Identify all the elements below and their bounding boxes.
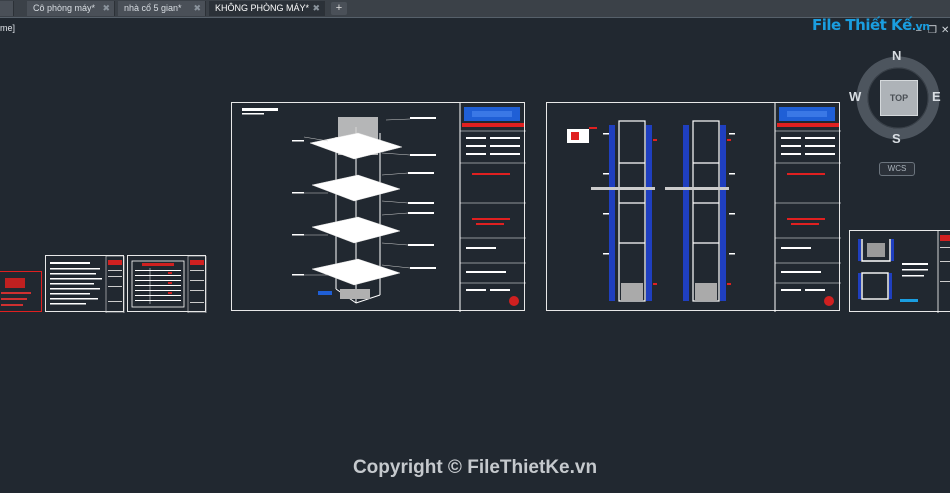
drawing-sheet-3d-shaft[interactable] xyxy=(231,102,526,312)
close-icon[interactable]: ✖ xyxy=(193,1,201,16)
new-tab-button[interactable]: + xyxy=(331,2,347,15)
compass-east[interactable]: E xyxy=(932,89,941,104)
tab-nha-co-5-gian[interactable]: nhà cổ 5 gian* ✖ xyxy=(118,1,206,16)
elevator-elevation-drawing xyxy=(567,103,841,312)
drawing-sheet-red[interactable] xyxy=(0,271,42,312)
tab-label: Cô phòng máy* xyxy=(33,3,96,13)
viewport-label[interactable]: me] xyxy=(0,23,15,33)
site-logo: File Thiết Kế.vn xyxy=(812,16,930,34)
sheet-content-icon xyxy=(50,255,125,314)
tab-previous[interactable] xyxy=(0,1,14,16)
close-icon[interactable]: ✖ xyxy=(102,1,110,16)
close-icon[interactable]: ✖ xyxy=(312,1,320,16)
tab-label: nhà cổ 5 gian* xyxy=(124,3,182,13)
sheet-content-icon xyxy=(858,231,950,313)
drawing-sheet-elevations[interactable] xyxy=(546,102,841,312)
drawing-sheet-plan[interactable] xyxy=(849,230,950,313)
drawing-sheet-notes-2[interactable] xyxy=(127,255,207,314)
tab-khong-phong-may[interactable]: KHÔNG PHÒNG MÁY* ✖ xyxy=(209,1,325,16)
tab-label: KHÔNG PHÒNG MÁY* xyxy=(215,3,310,13)
elevator-shaft-3d-drawing xyxy=(242,103,526,312)
compass-west[interactable]: W xyxy=(849,89,861,104)
file-tab-bar: Cô phòng máy* ✖ nhà cổ 5 gian* ✖ KHÔNG P… xyxy=(0,0,950,18)
close-icon[interactable]: ✕ xyxy=(941,25,949,36)
viewcube-top-face[interactable]: TOP xyxy=(880,80,918,116)
logo-suffix: .vn xyxy=(911,20,930,33)
logo-text: File Thiết Kế xyxy=(812,16,912,34)
tab-co-phong-may[interactable]: Cô phòng máy* ✖ xyxy=(27,1,115,16)
copyright-watermark: Copyright © FileThietKe.vn xyxy=(352,457,598,478)
compass-north[interactable]: N xyxy=(892,48,901,63)
compass-south[interactable]: S xyxy=(892,131,901,146)
drawing-sheet-notes-1[interactable] xyxy=(45,255,125,314)
sheet-content-icon xyxy=(1,278,31,306)
wcs-menu-button[interactable]: WCS xyxy=(879,162,915,176)
sheet-content-icon xyxy=(131,255,207,314)
